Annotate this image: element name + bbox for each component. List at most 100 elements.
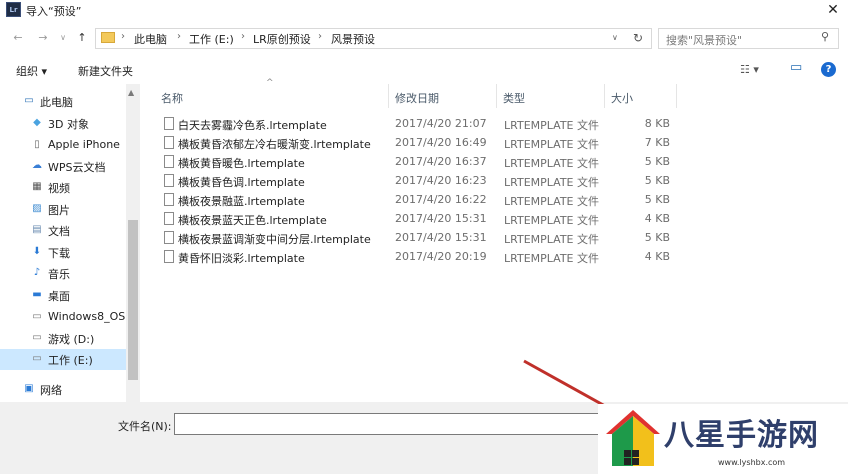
sidebar-item[interactable]: ▭ Windows8_OS <box>0 307 126 328</box>
refresh-icon[interactable]: ↻ <box>630 30 646 46</box>
file-icon <box>164 155 174 168</box>
sidebar-item[interactable]: ♪ 音乐 <box>0 263 126 284</box>
view-options-icon[interactable]: ☷ ▾ <box>740 63 759 76</box>
preview-pane-icon[interactable]: ▭ <box>790 60 802 75</box>
sort-indicator-icon: ^ <box>266 78 274 88</box>
file-size: 8 KB <box>644 117 670 130</box>
recent-locations-dropdown-icon[interactable]: ∨ <box>56 31 70 45</box>
organize-button[interactable]: 组织 ▾ <box>16 63 47 79</box>
sidebar-scroll-thumb[interactable] <box>128 220 138 380</box>
sidebar-item-label: 视频 <box>48 182 70 195</box>
file-type: LRTEMPLATE 文件 <box>504 176 599 189</box>
column-divider[interactable] <box>676 84 677 108</box>
sidebar-item[interactable]: ▯ Apple iPhone <box>0 135 126 156</box>
forward-arrow-icon[interactable]: → <box>36 31 50 45</box>
file-icon <box>164 231 174 244</box>
column-date[interactable]: 修改日期 <box>395 90 439 106</box>
file-icon <box>164 250 174 263</box>
breadcrumb-separator: › <box>121 31 125 42</box>
sidebar-item[interactable]: ▭ 工作 (E:) <box>0 349 126 370</box>
file-size: 4 KB <box>644 212 670 225</box>
sidebar-item[interactable]: ▤ 文档 <box>0 220 126 241</box>
file-row[interactable]: 横板夜景融蓝.lrtemplate 2017/4/20 16:22 LRTEMPLA… <box>158 190 678 209</box>
back-arrow-icon[interactable]: ← <box>11 31 25 45</box>
folder-icon <box>101 32 115 43</box>
breadcrumb-separator: › <box>318 31 322 42</box>
file-name: 黄昏怀旧淡彩.lrtemplate <box>178 252 305 265</box>
up-folder-icon[interactable]: ↑ <box>75 31 89 45</box>
file-size: 5 KB <box>644 193 670 206</box>
drive-icon: ▭ <box>32 353 42 364</box>
file-type: LRTEMPLATE 文件 <box>504 252 599 265</box>
sidebar-item[interactable]: ▭ 此电脑 <box>0 91 126 112</box>
breadcrumb-separator: › <box>177 31 181 42</box>
close-button[interactable]: ✕ <box>818 0 848 22</box>
file-row[interactable]: 黄昏怀旧淡彩.lrtemplate 2017/4/20 20:19 LRTEMPLA… <box>158 247 678 266</box>
phone-icon: ▯ <box>34 139 40 150</box>
pictures-icon: ▨ <box>32 203 42 214</box>
file-row[interactable]: 横板黄昏色调.lrtemplate 2017/4/20 16:23 LRTEMPLA… <box>158 171 678 190</box>
network-icon: ▣ <box>24 383 34 394</box>
sidebar-item[interactable]: ▣ 网络 <box>0 379 126 400</box>
drive-icon: ▭ <box>32 311 42 322</box>
file-date: 2017/4/20 20:19 <box>395 250 487 263</box>
sidebar-item[interactable]: ▨ 图片 <box>0 199 126 220</box>
sidebar-item[interactable]: ◆ 3D 对象 <box>0 113 126 134</box>
file-name: 横板黄昏色调.lrtemplate <box>178 176 305 189</box>
file-date: 2017/4/20 16:49 <box>395 136 487 149</box>
cloud-icon: ☁ <box>32 160 42 171</box>
sidebar-item-label: 文档 <box>48 225 70 238</box>
column-divider[interactable] <box>388 84 389 108</box>
file-date: 2017/4/20 16:22 <box>395 193 487 206</box>
file-type: LRTEMPLATE 文件 <box>504 157 599 170</box>
file-row[interactable]: 横板夜景蓝天正色.lrtemplate 2017/4/20 15:31 LRTEMP… <box>158 209 678 228</box>
breadcrumb-item[interactable]: 此电脑 <box>134 31 167 47</box>
new-folder-button[interactable]: 新建文件夹 <box>78 63 133 79</box>
breadcrumb-item[interactable]: LR原创预设 <box>253 31 311 47</box>
sidebar-item-label: 桌面 <box>48 290 70 303</box>
sidebar-item[interactable]: ▬ 桌面 <box>0 285 126 306</box>
sidebar-item-label: Apple iPhone <box>48 138 120 151</box>
breadcrumb-item[interactable]: 工作 (E:) <box>189 31 234 47</box>
file-type: LRTEMPLATE 文件 <box>504 195 599 208</box>
file-row[interactable]: 白天去雾霾冷色系.lrtemplate 2017/4/20 21:07 LRTEMP… <box>158 114 678 133</box>
file-date: 2017/4/20 16:23 <box>395 174 487 187</box>
help-icon[interactable]: ? <box>821 62 836 77</box>
file-name: 横板黄昏暖色.lrtemplate <box>178 157 305 170</box>
music-icon: ♪ <box>33 267 41 278</box>
sidebar-item[interactable]: ⬇ 下载 <box>0 242 126 263</box>
file-name: 横板黄昏浓郁左冷右暖渐变.lrtemplate <box>178 138 371 151</box>
sidebar-item-label: 图片 <box>48 204 70 217</box>
column-size[interactable]: 大小 <box>611 90 633 106</box>
file-type: LRTEMPLATE 文件 <box>504 233 599 246</box>
column-name[interactable]: 名称 <box>161 90 183 106</box>
file-size: 7 KB <box>644 136 670 149</box>
file-row[interactable]: 横板夜景蓝调渐变中间分层.lrtemplate 2017/4/20 15:31 LR… <box>158 228 678 247</box>
scroll-up-arrow-icon[interactable]: ▲ <box>128 88 134 97</box>
watermark-text: 八星手游网 <box>664 418 819 453</box>
search-icon[interactable]: ⚲ <box>821 30 835 44</box>
file-type: LRTEMPLATE 文件 <box>504 119 599 132</box>
breadcrumb-item[interactable]: 风景预设 <box>331 31 375 47</box>
filename-label: 文件名(N): <box>118 420 172 433</box>
column-divider[interactable] <box>496 84 497 108</box>
sidebar-item-label: Windows8_OS <box>48 310 126 323</box>
sidebar-item[interactable]: ▭ 游戏 (D:) <box>0 328 126 349</box>
file-date: 2017/4/20 15:31 <box>395 212 487 225</box>
file-row[interactable]: 横板黄昏浓郁左冷右暖渐变.lrtemplate 2017/4/20 16:49 LR… <box>158 133 678 152</box>
column-type[interactable]: 类型 <box>503 90 525 106</box>
search-placeholder: 搜索"风景预设" <box>666 34 743 47</box>
sidebar-item-label: 游戏 (D:) <box>48 333 95 346</box>
file-size: 4 KB <box>644 250 670 263</box>
title-bar <box>0 0 848 22</box>
sidebar-item-label: 音乐 <box>48 268 70 281</box>
drive-icon: ▭ <box>32 332 42 343</box>
column-divider[interactable] <box>604 84 605 108</box>
sidebar-item[interactable]: ☁ WPS云文档 <box>0 156 126 177</box>
address-dropdown-icon[interactable]: ∨ <box>612 33 618 42</box>
file-row[interactable]: 横板黄昏暖色.lrtemplate 2017/4/20 16:37 LRTEMPLA… <box>158 152 678 171</box>
breadcrumb-separator: › <box>241 31 245 42</box>
house-logo-icon <box>606 410 660 466</box>
sidebar-item[interactable]: ▦ 视频 <box>0 177 126 198</box>
sidebar-item-label: 此电脑 <box>40 96 73 109</box>
